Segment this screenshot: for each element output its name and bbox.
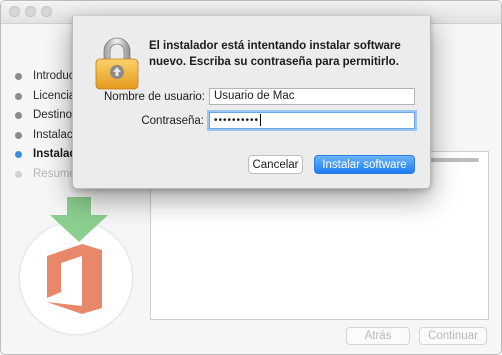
password-field[interactable]: ••••••••••	[209, 112, 415, 129]
username-value: Usuario de Mac	[214, 90, 295, 102]
authentication-dialog: El instalador está intentando instalar s…	[72, 16, 431, 189]
close-window-button[interactable]	[9, 6, 20, 17]
dialog-message: El instalador está intentando instalar s…	[149, 40, 401, 68]
lock-icon	[95, 37, 139, 90]
username-field[interactable]: Usuario de Mac	[209, 88, 415, 105]
download-arrow-icon	[50, 197, 108, 242]
step-dot	[15, 112, 22, 119]
step-dot	[15, 92, 22, 100]
step-dot	[15, 73, 22, 80]
cancel-button[interactable]: Cancelar	[248, 155, 303, 174]
install-software-button[interactable]: Instalar software	[314, 155, 415, 174]
progress-bar	[429, 158, 479, 162]
step-label: Licencia	[33, 89, 76, 102]
step-dot	[15, 131, 22, 139]
text-caret	[260, 114, 262, 127]
continue-button[interactable]: Continuar	[419, 327, 487, 345]
step-label: Destino	[33, 109, 72, 121]
password-value: ••••••••••	[214, 115, 260, 126]
step-dot	[15, 151, 22, 158]
username-label: Nombre de usuario:	[104, 91, 205, 103]
zoom-window-button[interactable]	[41, 6, 52, 17]
step-dot	[15, 170, 22, 178]
password-label: Contraseña:	[141, 115, 204, 127]
back-button[interactable]: Atrás	[346, 327, 410, 345]
minimize-window-button[interactable]	[25, 6, 36, 17]
